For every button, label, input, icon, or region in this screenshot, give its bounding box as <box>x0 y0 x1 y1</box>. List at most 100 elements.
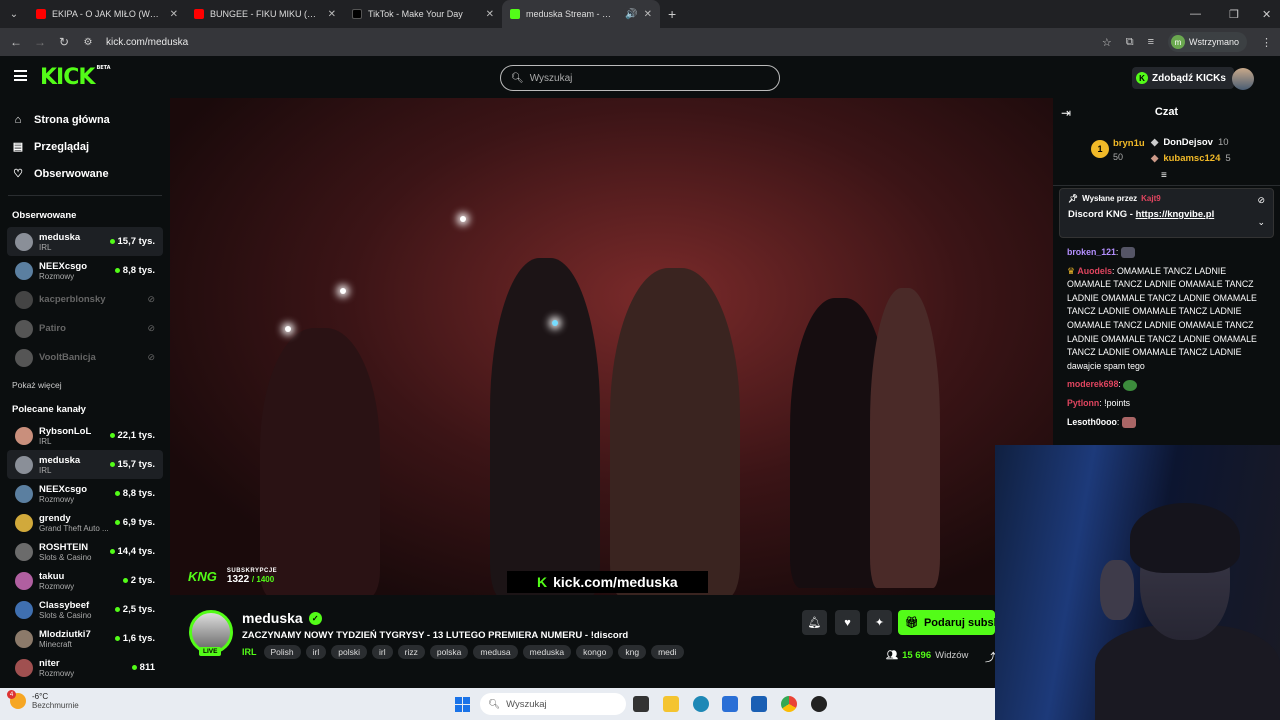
back-icon[interactable]: ← <box>4 35 28 49</box>
profile-button[interactable]: m Wstrzymano <box>1167 32 1247 52</box>
stream-tag[interactable]: kng <box>618 645 647 659</box>
bookmark-star-icon[interactable]: ☆ <box>1102 36 1112 49</box>
nav-following[interactable]: ♡ Obserwowane <box>0 160 170 187</box>
leader-second-points: 10 <box>1217 137 1229 148</box>
stream-tag[interactable]: meduska <box>522 645 572 659</box>
chat-messages: broken_121: ♛ Auodels: OMAMALE TANCZ LAD… <box>1067 246 1272 434</box>
browser-tab[interactable]: EKIPA - O JAK MIŁO (Wujas, Mi ✕ <box>28 0 186 28</box>
browser-tab-active[interactable]: meduska Stream - Watch Li 🔊 ✕ <box>502 0 660 28</box>
gift-sub-button[interactable]: 🎁︎ Podaruj subsk <box>898 610 995 635</box>
leader-first-name[interactable]: bryn1u <box>1113 138 1145 149</box>
sidebar-channel-meduska[interactable]: meduska IRL 15,7 tys. <box>7 450 163 479</box>
stream-tag[interactable]: medusa <box>473 645 518 659</box>
sidebar-channel-grendy[interactable]: grendy Grand Theft Auto ... 6,9 tys. <box>7 508 163 537</box>
sidebar-channel-classybeef[interactable]: Classybeef Slots & Casino 2,5 tys. <box>7 595 163 624</box>
leaderboard-toggle-icon[interactable]: ≡ <box>1161 170 1167 181</box>
tab-search-icon[interactable]: ⌄ <box>0 0 28 28</box>
chat-username[interactable]: Lesoth0ooo <box>1067 417 1117 427</box>
stream-category[interactable]: IRL <box>242 647 257 657</box>
notification-bell-button[interactable]: 🔔︎ <box>802 610 827 635</box>
channel-viewers-count: 1,6 tys. <box>122 633 155 644</box>
sidebar-channel-neexcsgo[interactable]: NEEXcsgo Rozmowy 8,8 tys. <box>7 256 163 285</box>
url-field[interactable]: kick.com/meduska <box>106 37 188 48</box>
leader-second-name[interactable]: DonDejsov <box>1163 137 1213 148</box>
chat-username[interactable]: moderek698 <box>1067 379 1118 389</box>
extensions-icon[interactable]: ⧉ <box>1126 36 1134 49</box>
browser-menu-icon[interactable]: ⋮ <box>1261 36 1272 49</box>
kick-logo[interactable]: KICK BETA <box>40 65 111 90</box>
unpin-icon[interactable]: ⊘ <box>1257 195 1265 206</box>
video-player[interactable]: KNG SUBSKRYPCJE 1322 / 1400 K kick.com/m… <box>170 98 1053 595</box>
sidebar-channel-niter[interactable]: niter Rozmowy 811 <box>7 653 163 682</box>
sidebar-channel-kacperblonsky[interactable]: kacperblonsky ⊘ <box>7 285 163 314</box>
taskbar-search-input[interactable]: 🔍︎ Wyszukaj <box>480 693 626 715</box>
streamer-name[interactable]: meduska <box>242 610 303 626</box>
stream-tag[interactable]: rizz <box>397 645 425 659</box>
leader-third-name[interactable]: kubamsc124 <box>1163 153 1220 164</box>
file-explorer-icon[interactable] <box>663 696 679 712</box>
sidebar-channel-meduska[interactable]: meduska IRL 15,7 tys. <box>7 227 163 256</box>
nav-browse-label: Przeglądaj <box>34 140 90 153</box>
close-tab-icon[interactable]: ✕ <box>170 9 178 20</box>
close-window-icon[interactable]: ✕ <box>1262 0 1271 28</box>
stream-tag[interactable]: medi <box>651 645 684 659</box>
channel-name: niter <box>39 657 60 669</box>
nav-browse[interactable]: ▤ Przeglądaj <box>0 133 170 160</box>
outlook-icon[interactable] <box>751 696 767 712</box>
chat-username[interactable]: Pytlonn <box>1067 398 1099 408</box>
app-icon[interactable] <box>811 696 827 712</box>
maximize-icon[interactable]: ❐ <box>1229 0 1239 28</box>
close-tab-icon[interactable]: ✕ <box>328 9 336 20</box>
show-more-link[interactable]: Pokaż więcej <box>0 372 170 398</box>
sidebar-channel-takuu[interactable]: takuu Rozmowy 2 tys. <box>7 566 163 595</box>
user-avatar[interactable] <box>1232 68 1254 90</box>
highlights-button[interactable]: ✦ <box>867 610 892 635</box>
chrome-icon[interactable] <box>781 696 797 712</box>
chat-header: ⇥ Czat <box>1053 98 1280 126</box>
pinned-link[interactable]: https://kngvibe.pl <box>1136 209 1215 220</box>
gift-icon: 🎁︎ <box>905 617 919 629</box>
sidebar-channel-roshtein[interactable]: ROSHTEIN Slots & Casino 14,4 tys. <box>7 537 163 566</box>
forward-icon[interactable]: → <box>28 35 52 49</box>
chevron-down-icon[interactable]: ⌄ <box>1257 217 1265 228</box>
channel-viewers-count: 15,7 tys. <box>117 459 156 470</box>
follow-button[interactable]: ♥ <box>835 610 860 635</box>
chat-username[interactable]: broken_121 <box>1067 247 1116 257</box>
sidebar-channel-rybsonlol[interactable]: RybsonLoL IRL 22,1 tys. <box>7 421 163 450</box>
start-icon[interactable] <box>455 697 470 712</box>
get-kicks-button[interactable]: K Zdobądź KICKs <box>1132 67 1234 89</box>
minimize-icon[interactable]: — <box>1190 0 1201 28</box>
nav-home[interactable]: ⌂ Strona główna <box>0 106 170 133</box>
sidebar-channel-mlodziutki7[interactable]: Mlodziutki7 Minecraft 1,6 tys. <box>7 624 163 653</box>
profile-status: Wstrzymano <box>1188 37 1239 47</box>
channel-avatar <box>15 348 33 367</box>
pinned-by-user[interactable]: Kajt9 <box>1141 194 1161 203</box>
stream-tag[interactable]: irl <box>372 645 393 659</box>
stream-tag[interactable]: polski <box>331 645 367 659</box>
kick-icon <box>510 9 520 19</box>
close-tab-icon[interactable]: ✕ <box>644 9 652 20</box>
audio-icon[interactable]: 🔊 <box>625 9 637 20</box>
stream-tag[interactable]: Polish <box>263 645 301 659</box>
close-tab-icon[interactable]: ✕ <box>486 9 494 20</box>
stream-tag[interactable]: polska <box>429 645 469 659</box>
sidebar-channel-neexcsgo[interactable]: NEEXcsgo Rozmowy 8,8 tys. <box>7 479 163 508</box>
stream-tag[interactable]: irl <box>305 645 327 659</box>
stream-tag[interactable]: kongo <box>576 645 614 659</box>
chat-username[interactable]: Auodels <box>1077 266 1112 276</box>
store-icon[interactable] <box>722 696 738 712</box>
sidebar-channel-vooltbanicja[interactable]: VooltBanicja ⊘ <box>7 343 163 372</box>
new-tab-icon[interactable]: + <box>668 6 676 22</box>
site-info-icon[interactable]: ⚙ <box>76 37 100 48</box>
browser-tab[interactable]: TikTok - Make Your Day ✕ <box>344 0 502 28</box>
edge-icon[interactable] <box>693 696 709 712</box>
menu-icon[interactable] <box>14 70 27 81</box>
sidebar-channel-patiro[interactable]: Patiro ⊘ <box>7 314 163 343</box>
reload-icon[interactable]: ↻ <box>52 35 76 49</box>
search-input[interactable]: 🔍︎ Wyszukaj <box>500 65 780 91</box>
task-view-icon[interactable] <box>633 696 649 712</box>
weather-widget[interactable]: 4 -6°C Bezchmurnie <box>7 690 79 710</box>
browser-tab[interactable]: BUNGEE - FIKU MIKU (Official V ✕ <box>186 0 344 28</box>
media-control-icon[interactable]: ≡ <box>1148 36 1154 48</box>
kicks-icon: K <box>1136 72 1148 84</box>
